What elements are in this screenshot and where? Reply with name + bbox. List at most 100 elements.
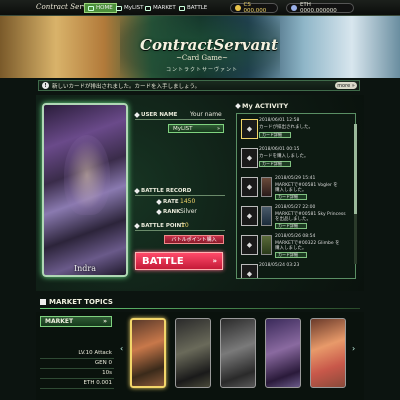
card-thumbnail: ◆	[241, 206, 258, 226]
notice-text: 新しいカードが排出されました。カードを入手しましょう。	[52, 83, 201, 90]
eth-balance-value: ETH 0000.000000	[299, 2, 337, 14]
market-button-label: MARKET	[45, 318, 74, 325]
list-item[interactable]: ◆ 2018/06/01 00:15 カードを購入しました。 カード詳細	[241, 145, 355, 174]
diamond-icon	[134, 188, 140, 194]
activity-text: カードを購入しました。	[259, 154, 309, 159]
user-name-value: Your name	[190, 111, 222, 118]
diamond-icon	[156, 199, 162, 205]
rank-label: RANK	[156, 209, 181, 215]
battle-record-underline	[135, 195, 225, 196]
activity-text: を出品しました。	[275, 217, 311, 222]
battle-icon	[179, 5, 185, 11]
mylist-button[interactable]: MyLIST »	[168, 124, 224, 133]
double-chevron-icon: »	[216, 125, 220, 132]
carousel-prev-icon[interactable]: ‹	[120, 344, 123, 353]
notice-bar: ! 新しいカードが排出されました。カードを入手しましょう。 more »	[38, 80, 360, 91]
user-name-label: USER NAME	[134, 112, 177, 118]
list-icon	[116, 5, 122, 11]
market-button[interactable]: MARKET »	[40, 316, 112, 327]
card-detail-button[interactable]: カード詳細	[259, 132, 291, 138]
activity-date: 2018/06/01 00:15	[259, 147, 300, 152]
card-detail-button-label: カード詳細	[262, 161, 282, 166]
list-item[interactable]: ◆ 2018/06/01 12:58 カードが排出されました。 カード詳細	[241, 116, 355, 145]
market-card-3[interactable]	[220, 318, 256, 388]
cs-balance-value: CS 000,000	[243, 2, 267, 14]
card-thumbnail: ◆	[241, 264, 258, 278]
battle-button[interactable]: BATTLE »	[135, 252, 223, 270]
card-detail-button-label: カード詳細	[262, 132, 282, 137]
activity-date: 2018/05/26 08:54	[275, 234, 316, 239]
list-item[interactable]: ◆ 2018/05/29 15:41 MARKETで#00581 Vogler …	[241, 174, 355, 203]
card-detail-button[interactable]: カード詳細	[275, 252, 307, 258]
battle-point-label-text: BATTLE POINT	[141, 223, 185, 229]
banner-subtitle: ~Card Game~	[176, 54, 228, 62]
card-detail-button[interactable]: カード詳細	[259, 161, 291, 167]
rank-label-text: RANK	[163, 209, 181, 215]
carousel-next-icon[interactable]: ›	[352, 344, 355, 353]
activity-date: 2018/06/01 12:58	[259, 118, 300, 123]
battle-button-label: BATTLE	[142, 255, 184, 267]
activity-title: My ACTIVITY	[235, 102, 289, 110]
scrollbar-thumb[interactable]	[354, 124, 357, 214]
double-chevron-icon: »	[103, 318, 107, 325]
activity-date: 2018/05/24 03:23	[259, 263, 300, 268]
card-thumbnail: ◆	[241, 119, 258, 139]
hero-banner: ContractServant ~Card Game~ コントラクトサーヴァント	[0, 16, 400, 78]
card-time: 10s	[40, 370, 114, 379]
more-button[interactable]: more »	[335, 82, 357, 89]
market-card-2[interactable]	[175, 318, 211, 388]
card-detail-button[interactable]: カード詳細	[275, 194, 307, 200]
card-level: LV.10 Attack	[40, 350, 114, 359]
card-detail-button[interactable]: カード詳細	[275, 223, 307, 229]
diamond-icon	[235, 103, 241, 109]
card-price: ETH 0.001	[40, 380, 114, 389]
rank-value: Silver	[180, 208, 197, 215]
market-card-4[interactable]	[265, 318, 301, 388]
battle-point-value: 10	[181, 222, 189, 229]
card-thumbnail: ◆	[241, 148, 258, 168]
market-icon	[145, 5, 151, 11]
buy-battle-points-button[interactable]: バトルポイント購入	[164, 235, 224, 244]
cart-icon	[40, 299, 46, 305]
list-item[interactable]: ◆ 2018/05/26 08:54 MARKETで#00322 Glimbe …	[241, 232, 355, 261]
list-item[interactable]: ◆ 2018/05/27 22:00 MARKETで#00581 Sky Pri…	[241, 203, 355, 232]
featured-card-image[interactable]	[42, 103, 128, 277]
card-thumbnail-secondary	[261, 177, 272, 197]
nav-market[interactable]: MARKET	[142, 3, 179, 13]
double-chevron-icon: »	[212, 257, 217, 265]
nav-battle-label: BATTLE	[187, 5, 208, 11]
activity-date: 2018/05/29 15:41	[275, 176, 316, 181]
battle-record-label: BATTLE RECORD	[134, 188, 191, 194]
market-card-1[interactable]	[130, 318, 166, 388]
card-detail-button-label: カード詳細	[278, 223, 298, 228]
featured-card-name: Indra	[73, 264, 97, 273]
user-name-underline	[135, 119, 225, 120]
cs-coin-icon	[235, 5, 241, 11]
card-detail-button-label: カード詳細	[278, 252, 298, 257]
market-card-5[interactable]	[310, 318, 346, 388]
card-thumbnail-secondary	[261, 206, 272, 226]
banner-title: ContractServant	[140, 36, 279, 54]
activity-text: 購入しました。	[275, 188, 307, 193]
home-icon	[88, 5, 94, 11]
card-gen: GEN 0	[40, 360, 114, 369]
diamond-icon	[156, 209, 162, 215]
activity-scrollbar[interactable]	[354, 124, 357, 264]
nav-home[interactable]: HOME	[84, 3, 117, 13]
rate-label-text: RATE	[163, 199, 179, 205]
market-topics-divider	[40, 308, 360, 309]
battle-point-label: BATTLE POINT	[134, 223, 185, 229]
activity-date: 2018/05/27 22:00	[275, 205, 316, 210]
market-topics-title: MARKET TOPICS	[40, 298, 113, 306]
activity-title-text: My ACTIVITY	[242, 102, 289, 110]
card-thumbnail: ◆	[241, 177, 258, 197]
nav-battle[interactable]: BATTLE	[176, 3, 210, 13]
list-item[interactable]: ◆ 2018/05/24 03:23	[241, 261, 355, 278]
activity-list[interactable]: ◆ 2018/06/01 12:58 カードが排出されました。 カード詳細 ◆ …	[236, 113, 356, 279]
diamond-icon	[134, 223, 140, 229]
eth-balance: ETH 0000.000000	[286, 2, 354, 14]
nav-mylist-label: MyLIST	[124, 5, 144, 11]
info-icon: !	[42, 82, 49, 89]
card-detail-button-label: カード詳細	[278, 194, 298, 199]
banner-kana: コントラクトサーヴァント	[165, 67, 238, 73]
